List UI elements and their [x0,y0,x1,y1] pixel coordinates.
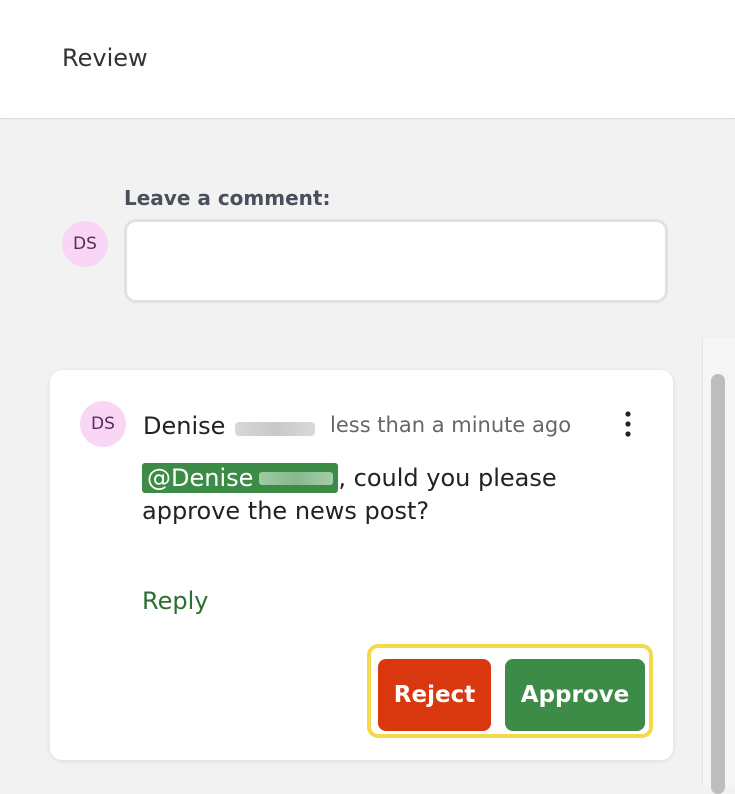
vertical-ellipsis-icon [625,411,631,437]
comment-author-name: Denise [143,412,226,440]
review-header: Review [0,0,735,119]
comment-card: DS Denise less than a minute ago @Denise… [50,370,673,760]
redacted-mention-last-name [259,472,334,485]
more-options-button[interactable] [616,406,640,442]
mention-text: @Denise [147,464,254,492]
comment-body: @Denise, could you please approve the ne… [142,462,612,528]
mention-tag[interactable]: @Denise [142,463,339,493]
redacted-last-name [235,422,315,436]
comment-timestamp: less than a minute ago [330,413,572,437]
page-title: Review [62,44,148,72]
comment-input[interactable] [124,219,668,303]
reject-button[interactable]: Reject [378,659,491,731]
comment-label: Leave a comment: [124,186,331,210]
comment-avatar: DS [80,401,126,447]
avatar: DS [62,221,108,267]
scrollbar-track[interactable] [702,338,735,794]
approve-button[interactable]: Approve [505,659,645,731]
reply-link[interactable]: Reply [142,587,208,615]
action-buttons-highlight: Reject Approve [367,644,653,738]
scrollbar-thumb[interactable] [711,374,725,794]
